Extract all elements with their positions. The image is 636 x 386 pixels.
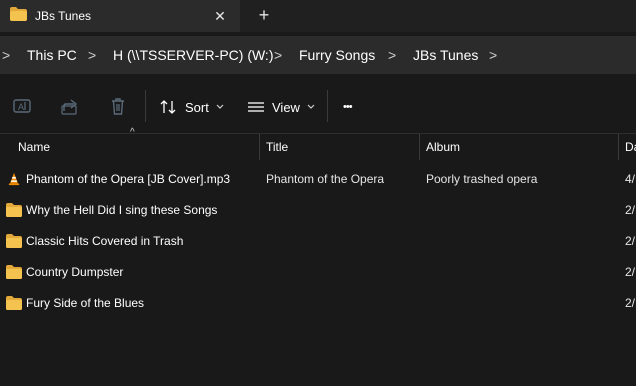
- breadcrumb-chevron-icon[interactable]: >: [274, 47, 282, 63]
- tab-title: JBs Tunes: [35, 9, 92, 23]
- breadcrumb-item-jbs-tunes[interactable]: JBs Tunes: [413, 47, 478, 63]
- folder-name: Fury Side of the Blues: [26, 296, 145, 310]
- column-resize-handle[interactable]: [419, 134, 420, 160]
- chevron-down-icon: [307, 104, 315, 109]
- close-tab-button[interactable]: ✕: [208, 4, 232, 28]
- column-title[interactable]: Title: [266, 140, 288, 154]
- file-date: 4/: [625, 172, 636, 186]
- breadcrumb-item-this-pc[interactable]: This PC: [27, 47, 77, 63]
- folder-icon: [6, 234, 22, 248]
- more-options-button[interactable]: •••: [343, 95, 353, 119]
- folder-date: 2/: [625, 296, 636, 310]
- toolbar-divider: [145, 90, 146, 122]
- share-icon[interactable]: [59, 95, 81, 117]
- chevron-down-icon: [216, 104, 224, 109]
- delete-icon[interactable]: [107, 95, 129, 117]
- column-album[interactable]: Album: [426, 140, 460, 154]
- tab-jbs-tunes[interactable]: JBs Tunes ✕: [0, 0, 240, 32]
- svg-text:A: A: [18, 102, 24, 112]
- folder-date: 2/: [625, 203, 636, 217]
- sort-button[interactable]: Sort: [160, 95, 225, 119]
- breadcrumb: > This PC > H (\\TSSERVER-PC) (W:) > Fur…: [0, 36, 636, 74]
- folder-name: Why the Hell Did I sing these Songs: [26, 203, 218, 217]
- sort-label: Sort: [185, 99, 209, 115]
- column-header: Name Title Album Da: [0, 134, 636, 160]
- sort-icon: [160, 100, 176, 114]
- file-row[interactable]: Phantom of the Opera [JB Cover].mp3 Phan…: [0, 164, 636, 195]
- column-resize-handle[interactable]: [259, 134, 260, 160]
- folder-name: Country Dumpster: [26, 265, 124, 279]
- breadcrumb-item-network-drive[interactable]: H (\\TSSERVER-PC) (W:): [113, 47, 274, 63]
- view-label: View: [272, 99, 300, 115]
- folder-icon: [10, 7, 27, 21]
- command-bar: A Sort View •••: [0, 82, 636, 132]
- breadcrumb-root-chevron-icon[interactable]: >: [2, 47, 10, 63]
- rename-icon[interactable]: A: [11, 95, 33, 117]
- file-album: Poorly trashed opera: [426, 172, 538, 186]
- folder-icon: [6, 296, 22, 310]
- view-icon: [248, 102, 264, 112]
- new-tab-button[interactable]: +: [252, 4, 276, 28]
- breadcrumb-chevron-icon[interactable]: >: [388, 47, 396, 63]
- folder-row[interactable]: Classic Hits Covered in Trash 2/: [0, 226, 636, 257]
- breadcrumb-chevron-icon[interactable]: >: [88, 47, 96, 63]
- column-name[interactable]: Name: [18, 140, 50, 154]
- folder-icon: [6, 203, 22, 217]
- folder-icon: [6, 265, 22, 279]
- breadcrumb-chevron-icon[interactable]: >: [489, 47, 497, 63]
- column-date[interactable]: Da: [625, 140, 636, 154]
- view-button[interactable]: View: [247, 95, 316, 119]
- column-resize-handle[interactable]: [618, 134, 619, 160]
- folder-row[interactable]: Fury Side of the Blues 2/: [0, 288, 636, 319]
- folder-date: 2/: [625, 234, 636, 248]
- file-title: Phantom of the Opera: [266, 172, 385, 186]
- file-name: Phantom of the Opera [JB Cover].mp3: [26, 172, 231, 186]
- breadcrumb-item-furry-songs[interactable]: Furry Songs: [299, 47, 375, 63]
- folder-row[interactable]: Country Dumpster 2/: [0, 257, 636, 288]
- folder-row[interactable]: Why the Hell Did I sing these Songs 2/: [0, 195, 636, 226]
- title-bar: JBs Tunes ✕ +: [0, 0, 636, 32]
- folder-name: Classic Hits Covered in Trash: [26, 234, 184, 248]
- vlc-cone-icon: [8, 172, 20, 186]
- toolbar-divider: [327, 90, 328, 122]
- folder-date: 2/: [625, 265, 636, 279]
